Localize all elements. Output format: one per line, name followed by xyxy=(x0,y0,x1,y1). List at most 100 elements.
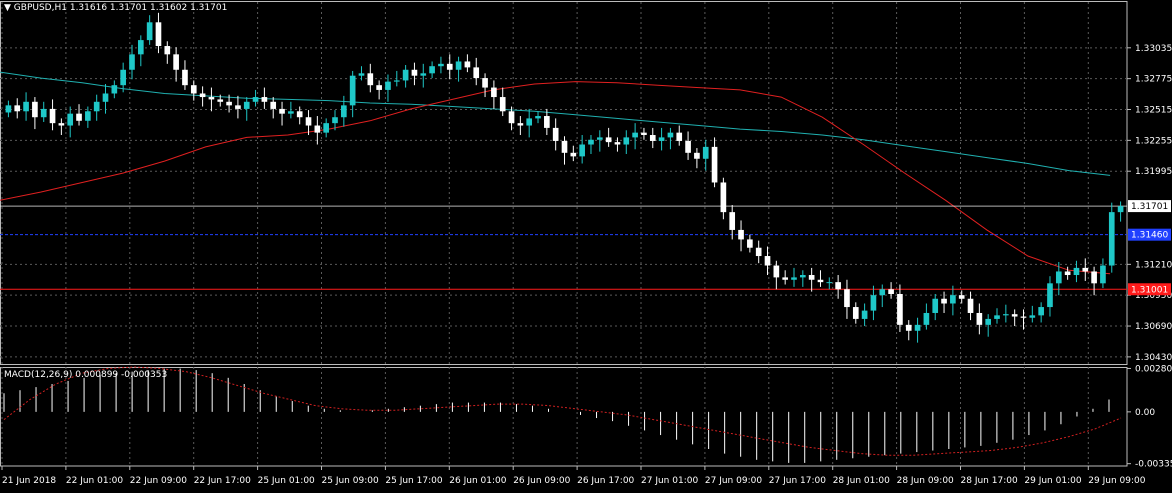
x-tick-label: 25 Jun 17:00 xyxy=(385,476,442,486)
chart-header: ▼ GBPUSD,H1 1.31616 1.31701 1.31602 1.31… xyxy=(4,3,227,13)
dropdown-arrow-icon[interactable]: ▼ xyxy=(4,3,11,13)
candle-body xyxy=(799,275,806,278)
candles xyxy=(5,12,1124,343)
candle-body xyxy=(385,81,391,90)
candle-body xyxy=(393,80,400,82)
y-tick-label: 1.32515 xyxy=(1135,106,1172,116)
candle-body xyxy=(1055,271,1062,284)
candle-body xyxy=(349,75,356,106)
candle-body xyxy=(305,117,312,126)
macd-indicator xyxy=(3,366,1122,463)
candle-body xyxy=(985,318,992,325)
blue-level-label: 1.31460 xyxy=(1131,231,1168,241)
candle-body xyxy=(1029,315,1036,318)
x-tick-label: 22 Jun 09:00 xyxy=(130,476,187,486)
candle-body xyxy=(950,295,956,304)
candle-body xyxy=(58,123,65,126)
red-level-label: 1.31001 xyxy=(1131,285,1168,295)
candle-body xyxy=(190,85,197,94)
candle-body xyxy=(711,146,718,183)
candle-body xyxy=(76,113,82,121)
candle-body xyxy=(605,137,612,143)
macd-signal-line xyxy=(3,366,1122,456)
candle-body xyxy=(614,142,621,145)
candle-body xyxy=(720,182,727,213)
candle-body xyxy=(173,54,179,70)
candle-body xyxy=(773,265,780,278)
candle-body xyxy=(870,295,877,311)
symbol-timeframe: GBPUSD,H1 xyxy=(13,3,67,13)
candle-body xyxy=(1064,271,1071,276)
x-tick-label: 27 Jun 01:00 xyxy=(641,476,698,486)
candle-body xyxy=(252,97,259,102)
candle-body xyxy=(888,289,894,294)
x-tick-label: 26 Jun 17:00 xyxy=(577,476,634,486)
candle-body xyxy=(491,87,497,98)
moving-averages xyxy=(0,71,1111,275)
candle-body xyxy=(261,97,268,102)
candle-body xyxy=(1038,307,1044,316)
candle-body xyxy=(49,108,56,124)
x-tick-label: 28 Jun 01:00 xyxy=(833,476,890,486)
candle-body xyxy=(332,117,338,124)
candle-body xyxy=(958,295,965,299)
candle-body xyxy=(596,137,603,140)
candle-body xyxy=(747,239,753,248)
candle-body xyxy=(1108,212,1115,266)
candle-body xyxy=(314,125,321,133)
candle-body xyxy=(146,22,153,41)
candle-body xyxy=(226,101,232,106)
candle-body xyxy=(544,116,550,128)
candle-body xyxy=(217,99,224,102)
candle-body xyxy=(914,324,921,331)
candle-body xyxy=(932,298,939,313)
candle-body xyxy=(67,113,74,126)
candle-body xyxy=(482,78,488,88)
macd-y-tick-label: -0.00335 xyxy=(1135,460,1172,470)
y-tick-label: 1.31995 xyxy=(1135,167,1172,177)
candle-body xyxy=(782,277,788,280)
candle-body xyxy=(102,93,109,102)
candle-body xyxy=(835,282,841,290)
candle-body xyxy=(641,132,647,136)
candle-body xyxy=(243,101,250,109)
candle-body xyxy=(1003,314,1009,316)
y-tick-label: 1.32255 xyxy=(1135,136,1172,146)
x-tick-label: 25 Jun 09:00 xyxy=(322,476,379,486)
candle-body xyxy=(323,123,330,133)
candle-body xyxy=(517,123,524,126)
candle-body xyxy=(32,101,38,118)
candle-body xyxy=(508,111,515,124)
candle-body xyxy=(826,282,833,284)
x-tick-label: 25 Jun 01:00 xyxy=(258,476,315,486)
candle-body xyxy=(455,61,462,70)
candle-body xyxy=(129,54,135,70)
candle-body xyxy=(358,73,365,76)
x-tick-label: 29 Jun 01:00 xyxy=(1024,476,1081,486)
horizontal-levels[interactable] xyxy=(0,205,1127,290)
chart-canvas[interactable]: 1.33035 1.32775 1.32515 1.32255 1.31995 1.312… xyxy=(0,0,1172,490)
x-tick-label: 21 Jun 2018 xyxy=(2,476,56,486)
candle-body xyxy=(376,85,382,90)
candle-body xyxy=(1047,283,1053,308)
candle-body xyxy=(861,310,868,319)
candle-body xyxy=(941,298,947,304)
candle-body xyxy=(552,127,559,141)
candle-body xyxy=(288,111,294,114)
candle-body xyxy=(199,93,206,98)
y-tick-label: 1.31210 xyxy=(1135,260,1172,270)
macd-label: MACD(12,26,9) 0.000899 -0.000353 xyxy=(4,370,168,380)
candle-body xyxy=(85,111,91,121)
candle-body xyxy=(429,66,435,74)
candle-body xyxy=(923,312,930,325)
candle-body xyxy=(755,247,762,257)
candle-body xyxy=(208,97,215,100)
candle-body xyxy=(1082,267,1089,272)
candle-body xyxy=(341,105,347,118)
candle-body xyxy=(632,132,638,138)
candle-body xyxy=(694,152,700,159)
current-price-label: 1.31701 xyxy=(1131,202,1168,212)
mt4-chart-window[interactable]: 1.33035 1.32775 1.32515 1.32255 1.31995 1.312… xyxy=(0,0,1172,490)
candle-body xyxy=(473,67,480,79)
candle-body xyxy=(623,137,630,145)
